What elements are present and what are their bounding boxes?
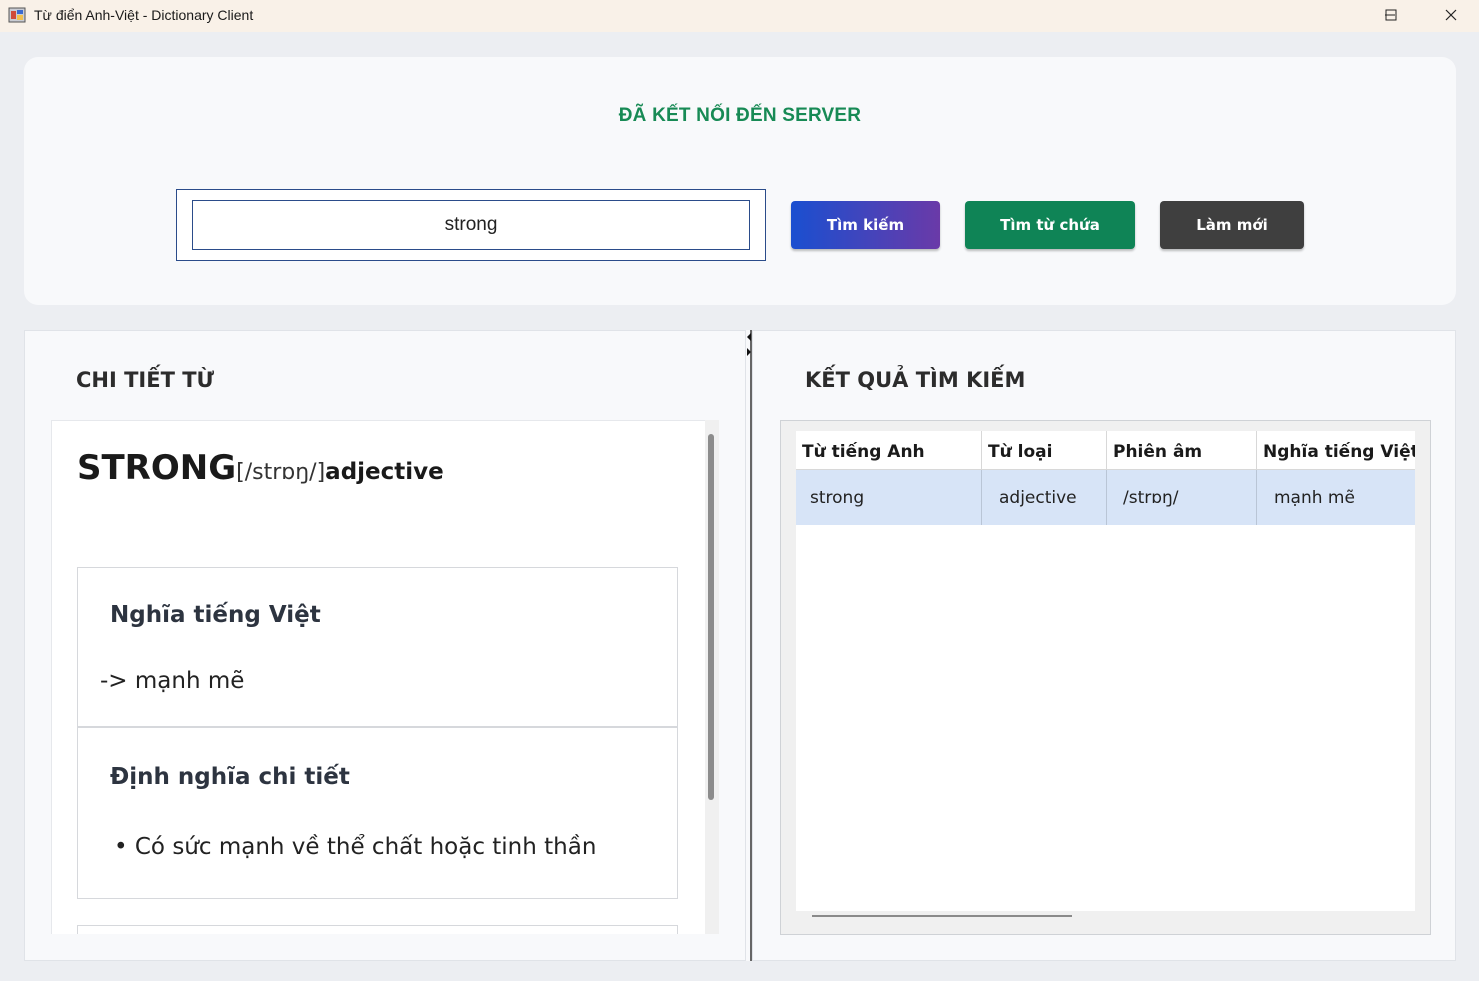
title-bar: Từ điển Anh-Việt - Dictionary Client: [0, 0, 1479, 32]
detail-section-title: CHI TIẾT TỪ: [76, 368, 215, 392]
refresh-button[interactable]: Làm mới: [1160, 201, 1304, 249]
search-results-panel: KẾT QUẢ TÌM KIẾM Từ tiếng Anh Từ loại Ph…: [752, 330, 1456, 961]
window-title: Từ điển Anh-Việt - Dictionary Client: [34, 7, 254, 23]
search-button[interactable]: Tìm kiếm: [791, 201, 940, 249]
vertical-scrollbar-thumb[interactable]: [708, 434, 714, 800]
close-button[interactable]: [1428, 0, 1474, 30]
results-table-frame: Từ tiếng Anh Từ loại Phiên âm Nghĩa tiến…: [780, 420, 1431, 935]
table-header: Từ tiếng Anh Từ loại Phiên âm Nghĩa tiến…: [796, 431, 1415, 470]
word-heading: STRONG[/strɒŋ/]adjective: [77, 448, 444, 488]
close-icon: [1445, 9, 1457, 21]
part-of-speech: adjective: [325, 459, 444, 485]
cell-english: strong: [796, 470, 982, 525]
column-header-pos[interactable]: Từ loại: [982, 431, 1107, 470]
table-row[interactable]: strong adjective /strɒŋ/ mạnh mẽ: [796, 470, 1415, 525]
definition-card-title: Định nghĩa chi tiết: [110, 764, 350, 790]
search-contains-button[interactable]: Tìm từ chứa: [965, 201, 1135, 249]
maximize-button[interactable]: [1368, 0, 1414, 30]
column-header-english[interactable]: Từ tiếng Anh: [796, 431, 982, 470]
headword: STRONG: [77, 448, 237, 488]
meaning-card: Nghĩa tiếng Việt -> mạnh mẽ: [77, 567, 678, 727]
word-detail-panel: CHI TIẾT TỪ STRONG[/strɒŋ/]adjective Ngh…: [24, 330, 746, 961]
meaning-card-title: Nghĩa tiếng Việt: [110, 602, 321, 628]
definition-card: Định nghĩa chi tiết • Có sức mạnh về thể…: [77, 727, 678, 899]
connection-status: ĐÃ KẾT NỐI ĐẾN SERVER: [618, 105, 862, 126]
search-box-frame: [176, 189, 766, 261]
cell-pos: adjective: [982, 470, 1107, 525]
column-header-phonetic[interactable]: Phiên âm: [1107, 431, 1257, 470]
phonetic: [/strɒŋ/]: [236, 460, 326, 485]
search-input[interactable]: [192, 200, 750, 250]
maximize-icon: [1385, 9, 1397, 21]
results-table[interactable]: Từ tiếng Anh Từ loại Phiên âm Nghĩa tiến…: [796, 431, 1415, 911]
next-card: [77, 925, 678, 934]
meaning-card-body: -> mạnh mẽ: [100, 668, 245, 694]
column-header-vietnamese[interactable]: Nghĩa tiếng Việt: [1257, 431, 1415, 470]
app-icon: [8, 7, 26, 23]
cell-vietnamese: mạnh mẽ: [1274, 488, 1355, 508]
horizontal-scrollbar[interactable]: [812, 915, 1072, 917]
search-panel: ĐÃ KẾT NỐI ĐẾN SERVER Tìm kiếm Tìm từ ch…: [24, 57, 1456, 305]
definition-card-body: • Có sức mạnh về thể chất hoặc tinh thần: [114, 834, 597, 860]
cell-phonetic: /strɒŋ/: [1107, 470, 1257, 525]
results-section-title: KẾT QUẢ TÌM KIẾM: [805, 368, 1026, 392]
detail-scroll-area[interactable]: STRONG[/strɒŋ/]adjective Nghĩa tiếng Việ…: [51, 420, 719, 934]
